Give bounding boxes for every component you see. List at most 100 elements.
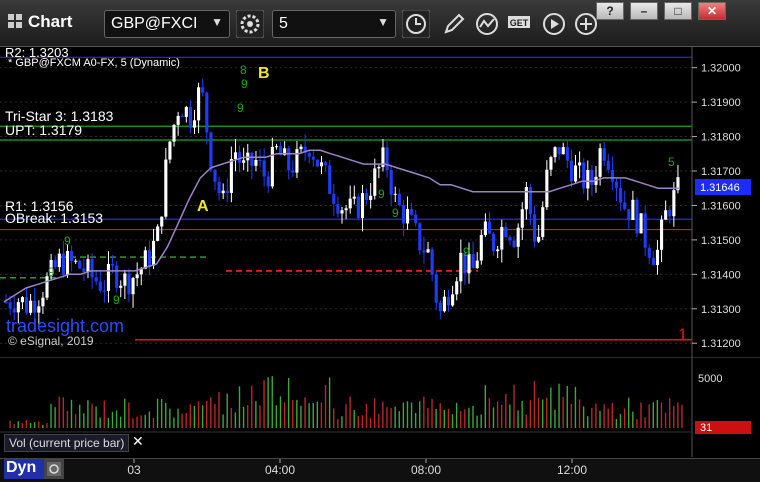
candle-body (258, 160, 262, 162)
candle-body (65, 250, 70, 275)
close-button[interactable]: ✕ (698, 2, 726, 20)
candle-body (557, 147, 561, 155)
candle-body (336, 203, 340, 214)
clock-icon[interactable] (402, 10, 430, 38)
candle-body (209, 132, 213, 170)
interval-value: 5 (279, 15, 288, 32)
candle-body (442, 296, 446, 312)
lock-icon[interactable] (44, 459, 64, 479)
candle-body (328, 165, 332, 195)
svg-text:9: 9 (64, 234, 71, 248)
candle-body (512, 240, 516, 247)
candle-body (553, 147, 557, 158)
candle-body (172, 124, 176, 142)
candle-body (295, 149, 299, 173)
candle-body (70, 250, 74, 261)
minimize-button[interactable]: – (630, 2, 658, 20)
candle-body (434, 274, 438, 303)
candle-body (672, 190, 676, 217)
candle-body (635, 199, 639, 234)
obreak-label: OBreak: 1.3153 (5, 210, 104, 226)
candle-body (180, 115, 184, 117)
candle-body (582, 162, 586, 189)
candle-body (176, 115, 180, 125)
candle-body (184, 107, 188, 117)
svg-text:GET: GET (510, 18, 529, 28)
candle-body (242, 160, 246, 163)
svg-text:9: 9 (48, 265, 55, 279)
svg-text:9: 9 (392, 206, 399, 220)
candle-body (459, 252, 463, 282)
svg-text:9: 9 (237, 101, 244, 115)
candle-body (12, 308, 16, 313)
candle-body (565, 147, 569, 161)
candle-body (651, 257, 655, 266)
candle-body (127, 273, 131, 295)
candle-body (111, 263, 115, 266)
svg-text:1.31646: 1.31646 (700, 182, 740, 194)
candle-body (418, 223, 422, 251)
candle-body (426, 249, 430, 253)
chevron-down-icon: ▼ (211, 15, 223, 29)
candle-body (471, 254, 475, 269)
y-tick-label: 1.32000 (701, 63, 741, 75)
candle-body (41, 297, 45, 307)
candle-body (291, 170, 295, 173)
candle-body (647, 247, 651, 258)
symbol-selector[interactable]: GBP@FXCI ▼ (104, 10, 230, 38)
candle-body (156, 226, 160, 241)
settings-gear-icon[interactable] (236, 10, 264, 38)
svg-text:9: 9 (113, 293, 120, 307)
candle-body (188, 107, 192, 128)
y-tick-label: 1.31800 (701, 132, 741, 144)
candle-body (57, 253, 61, 268)
help-button[interactable]: ? (596, 2, 624, 20)
candle-body (164, 159, 168, 217)
candle-body (446, 296, 451, 306)
play-icon[interactable] (540, 10, 568, 38)
target-marker-label: 1 (678, 325, 688, 344)
get-data-icon[interactable]: GET (506, 10, 534, 38)
candle-body (643, 213, 647, 248)
candle-body (115, 265, 119, 288)
candle-body (598, 148, 602, 177)
candle-body (606, 160, 610, 170)
candle-body (94, 277, 98, 282)
candle-body (586, 170, 590, 189)
candle-body (619, 187, 623, 203)
candle-body (250, 152, 254, 166)
candle-body (397, 193, 401, 206)
volume-last-value: 31 (700, 422, 712, 434)
copyright: © eSignal, 2019 (8, 334, 94, 348)
x-tick-label: 08:00 (411, 463, 441, 477)
candle-body (401, 205, 406, 224)
candle-body (287, 148, 291, 171)
candle-body (389, 169, 393, 195)
candle-body (299, 146, 303, 150)
dynamic-mode-button[interactable]: Dyn (4, 459, 44, 479)
candle-body (311, 156, 315, 160)
point-b-label: B (258, 65, 270, 82)
candle-body (102, 290, 106, 292)
candle-body (623, 202, 627, 210)
pencil-icon[interactable] (440, 10, 468, 38)
candle-body (147, 250, 151, 266)
candle-body (307, 152, 311, 157)
interval-selector[interactable]: 5 ▼ (272, 10, 396, 38)
close-icon[interactable]: ✕ (132, 433, 144, 450)
candle-body (217, 181, 221, 194)
candle-body (664, 210, 668, 220)
candle-body (405, 209, 410, 224)
candle-body (233, 152, 238, 160)
candle-body (479, 235, 483, 261)
maximize-button[interactable]: □ (664, 2, 692, 20)
price-chart[interactable]: 1.32000 1.31900 1.31800 1.31700 1.31600 1.315… (0, 47, 760, 357)
candle-body (492, 233, 496, 252)
candle-body (16, 302, 20, 313)
candle-body (455, 281, 459, 295)
study-icon[interactable] (474, 10, 502, 38)
candle-body (451, 294, 455, 306)
candle-body (266, 176, 270, 187)
r2-label: R2: 1.3203 (5, 45, 69, 60)
candle-body (262, 160, 266, 177)
